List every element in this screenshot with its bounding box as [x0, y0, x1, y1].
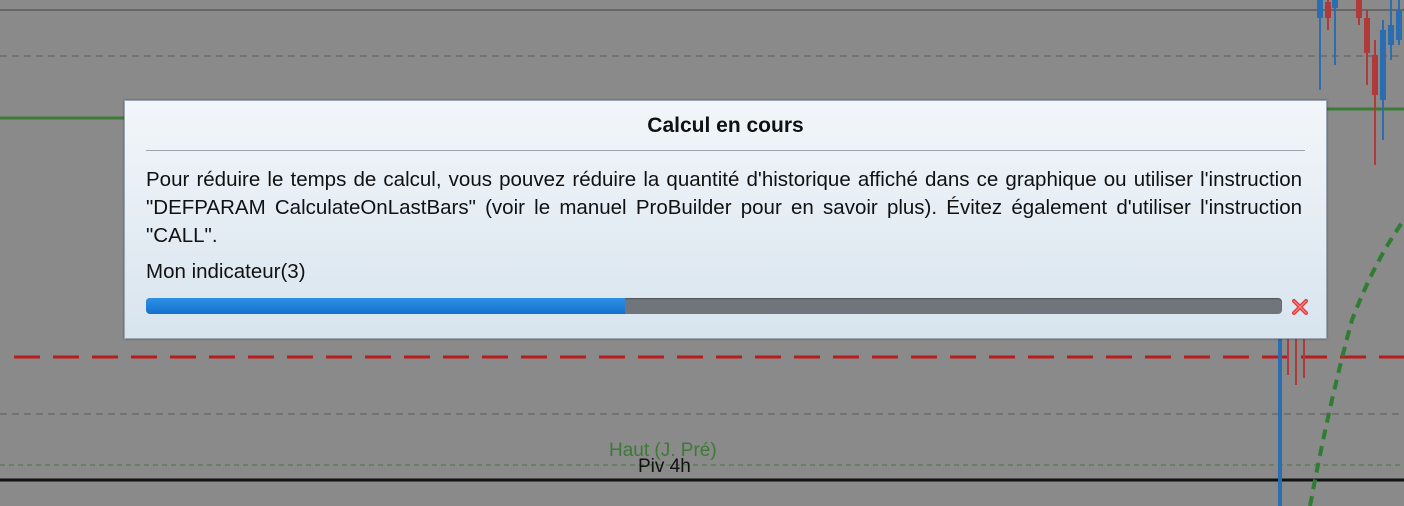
candle-body	[1388, 25, 1394, 45]
candle-body	[1325, 2, 1331, 18]
level-label-piv: Piv 4h	[638, 456, 691, 477]
dialog-title: Calcul en cours	[647, 114, 804, 137]
candle-body	[1332, 0, 1338, 8]
candle-body	[1364, 18, 1370, 53]
close-x-icon	[1292, 299, 1308, 315]
dialog-message: Pour réduire le temps de calcul, vous po…	[146, 168, 1302, 247]
title-divider	[146, 150, 1305, 151]
candle-body	[1372, 55, 1378, 95]
indicator-name: Mon indicateur(3)	[146, 260, 306, 283]
cancel-button[interactable]	[1290, 297, 1310, 317]
calculation-dialog: Calcul en cours Pour réduire le temps de…	[124, 100, 1327, 339]
progress-bar	[146, 298, 1282, 314]
candle-body	[1356, 0, 1362, 18]
candle-body	[1380, 30, 1386, 100]
candle-body	[1317, 0, 1323, 18]
progress-bar-fill	[146, 298, 626, 314]
candle-body	[1396, 10, 1402, 40]
